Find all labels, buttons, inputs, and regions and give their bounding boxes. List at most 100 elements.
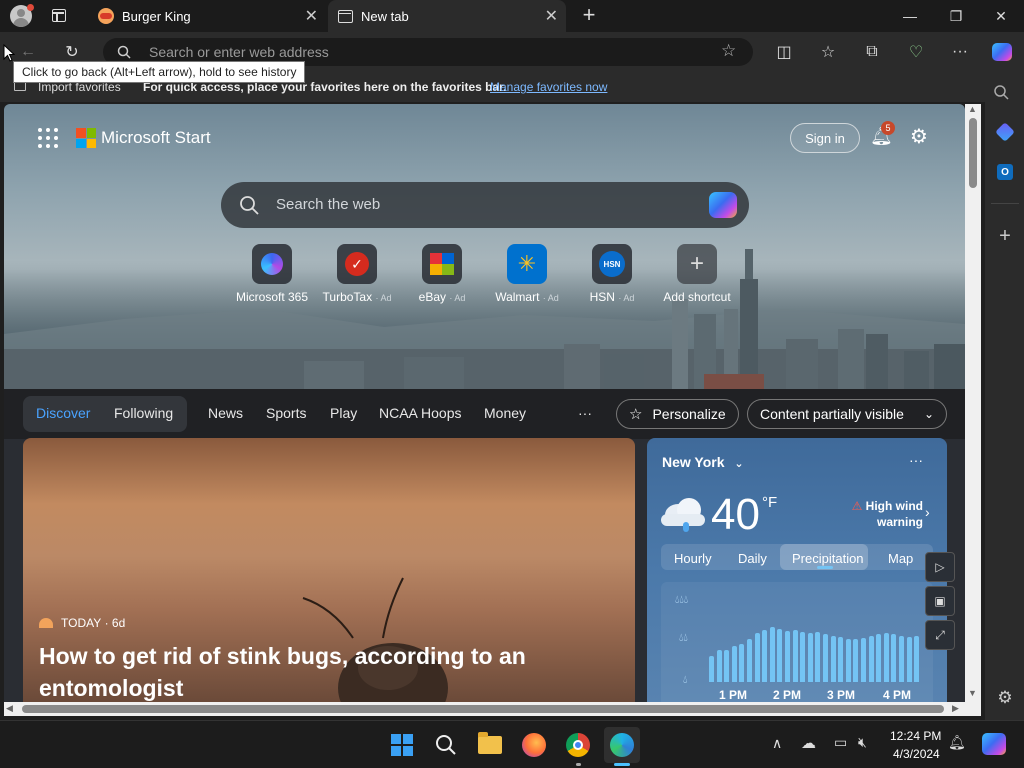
scroll-down-arrow-icon[interactable]: ▼: [968, 688, 977, 698]
weather-tab-hourly[interactable]: Hourly: [674, 551, 712, 566]
weather-card[interactable]: New York ⌄ ··· 40 °F ⚠ High wind warning…: [647, 438, 947, 702]
settings-more-icon[interactable]: ···: [948, 40, 972, 64]
quick-link-walmart[interactable]: ✳ Walmart · Ad: [487, 244, 567, 304]
mouse-cursor-icon: [3, 44, 15, 62]
quick-link-microsoft-365[interactable]: Microsoft 365: [232, 244, 312, 304]
news-card[interactable]: TODAY · 6d How to get rid of stink bugs,…: [23, 438, 635, 702]
firefox-icon[interactable]: [518, 729, 550, 761]
microsoft-logo-icon: [76, 128, 96, 148]
quick-link-turbotax[interactable]: ✓ TurboTax · Ad: [317, 244, 397, 304]
volume-muted-icon[interactable]: 🔇︎: [858, 734, 867, 751]
vertical-scrollbar[interactable]: ▲ ▼: [965, 104, 981, 702]
file-explorer-icon[interactable]: [474, 729, 506, 761]
city-skyline-image: [4, 249, 965, 389]
nav-sports[interactable]: Sports: [266, 405, 306, 421]
close-tab-icon[interactable]: ✕: [545, 6, 558, 26]
copilot-icon[interactable]: [990, 40, 1014, 64]
scroll-left-arrow-icon[interactable]: ◀: [6, 703, 13, 714]
sidebar-copilot-icon[interactable]: [993, 120, 1017, 144]
search-placeholder: Search the web: [276, 196, 381, 213]
weather-location[interactable]: New York ⌄: [662, 454, 744, 470]
quick-link-add-shortcut[interactable]: + Add shortcut: [657, 244, 737, 304]
personalize-button[interactable]: ☆ Personalize: [616, 399, 739, 429]
minimize-button[interactable]: —: [887, 0, 933, 32]
copilot-search-icon[interactable]: [709, 192, 737, 218]
news-source[interactable]: TODAY · 6d: [39, 616, 125, 630]
split-screen-icon[interactable]: ◫: [772, 40, 796, 64]
network-icon[interactable]: ▭: [834, 734, 847, 751]
light-rain-drop-icon: 💧︎: [683, 674, 688, 686]
nav-news[interactable]: News: [208, 405, 243, 421]
tab-burger-king[interactable]: Burger King ✕: [88, 0, 326, 32]
favorites-icon[interactable]: ☆: [816, 40, 840, 64]
sidebar-add-icon[interactable]: +: [993, 224, 1017, 248]
chrome-icon[interactable]: [562, 729, 594, 761]
weather-more-icon[interactable]: ···: [909, 452, 923, 468]
copilot-preview-icon[interactable]: [982, 733, 1006, 755]
sidebar-settings-icon[interactable]: ⚙: [993, 686, 1017, 710]
precipitation-bar: [845, 639, 851, 682]
close-window-button[interactable]: ✕: [978, 0, 1024, 32]
chevron-right-icon[interactable]: ›: [925, 504, 930, 520]
performance-heart-icon[interactable]: ♡: [904, 40, 928, 64]
precipitation-bar: [861, 638, 866, 682]
tab-discover[interactable]: Discover: [36, 405, 90, 421]
turbotax-icon: ✓: [337, 244, 377, 284]
restore-button[interactable]: ❐: [933, 0, 979, 32]
apps-launcher-icon[interactable]: [38, 128, 58, 148]
background-image-button[interactable]: ▣: [925, 586, 955, 616]
collections-icon[interactable]: ⧉: [860, 40, 884, 64]
news-headline[interactable]: How to get rid of stink bugs, according …: [39, 640, 619, 702]
notification-bell-icon[interactable]: 🔔︎: [948, 734, 966, 751]
play-video-button[interactable]: ▷: [925, 552, 955, 582]
manage-favorites-link[interactable]: Manage favorites now: [490, 80, 607, 94]
start-windows-icon[interactable]: [386, 729, 418, 761]
nav-play[interactable]: Play: [330, 405, 357, 421]
precipitation-bar: [777, 629, 783, 682]
ebay-bag-icon: [422, 244, 462, 284]
horizontal-scrollbar[interactable]: ◀ ▶: [4, 702, 981, 716]
nav-ncaa-hoops[interactable]: NCAA Hoops: [379, 405, 461, 421]
web-search-box[interactable]: Search the web: [221, 182, 749, 228]
sidebar-outlook-icon[interactable]: O: [993, 160, 1017, 184]
heavy-rain-drops-icon: 💧︎💧︎💧︎: [675, 594, 689, 606]
horizontal-scroll-thumb[interactable]: [22, 705, 944, 713]
quick-link-ebay[interactable]: eBay · Ad: [402, 244, 482, 304]
page-settings-gear-icon[interactable]: ⚙: [910, 124, 928, 149]
nav-more-icon[interactable]: ···: [578, 405, 592, 421]
weather-tab-daily[interactable]: Daily: [738, 551, 767, 566]
favorite-star-icon[interactable]: ☆: [721, 41, 736, 61]
weather-tab-precipitation[interactable]: Precipitation: [792, 551, 864, 566]
precipitation-bar: [807, 633, 813, 682]
tab-actions-icon[interactable]: [52, 9, 66, 22]
sign-in-button[interactable]: Sign in: [790, 123, 860, 153]
close-tab-icon[interactable]: ✕: [305, 6, 318, 26]
scroll-right-arrow-icon[interactable]: ▶: [952, 703, 959, 714]
scroll-up-arrow-icon[interactable]: ▲: [968, 104, 977, 114]
precipitation-bar: [899, 636, 904, 682]
back-button-tooltip: Click to go back (Alt+Left arrow), hold …: [13, 61, 306, 83]
nav-money[interactable]: Money: [484, 405, 526, 421]
taskbar-search-icon[interactable]: [430, 729, 462, 761]
precipitation-bar: [891, 634, 897, 682]
clock-time[interactable]: 12:24 PM: [890, 729, 941, 743]
vertical-scroll-thumb[interactable]: [969, 118, 977, 188]
weather-tab-map[interactable]: Map: [888, 551, 913, 566]
tab-following[interactable]: Following: [114, 405, 173, 421]
tab-new-tab[interactable]: New tab ✕: [328, 0, 566, 32]
new-tab-button[interactable]: +: [578, 4, 600, 26]
brand-title[interactable]: Microsoft Start: [101, 128, 211, 148]
clock-date[interactable]: 4/3/2024: [893, 747, 940, 761]
medium-rain-drops-icon: 💧︎💧︎: [679, 632, 688, 644]
edge-icon-active[interactable]: [604, 727, 640, 763]
weather-alert[interactable]: ⚠ High wind warning: [843, 498, 923, 530]
show-hidden-icons-chevron[interactable]: ∧: [772, 735, 782, 752]
sidebar-search-icon[interactable]: [993, 84, 1009, 100]
chrome-running-indicator: [576, 763, 581, 766]
precipitation-chart: 💧︎💧︎💧︎ 💧︎💧︎ 💧︎ 1 PM 2 PM 3 PM 4 PM: [661, 582, 933, 702]
expand-button[interactable]: ⤢: [925, 620, 955, 650]
precipitation-bar: [815, 632, 821, 682]
quick-link-hsn[interactable]: HSN HSN · Ad: [572, 244, 652, 304]
onedrive-icon[interactable]: ☁: [801, 734, 816, 752]
content-visibility-dropdown[interactable]: Content partially visible ⌄: [747, 399, 947, 429]
